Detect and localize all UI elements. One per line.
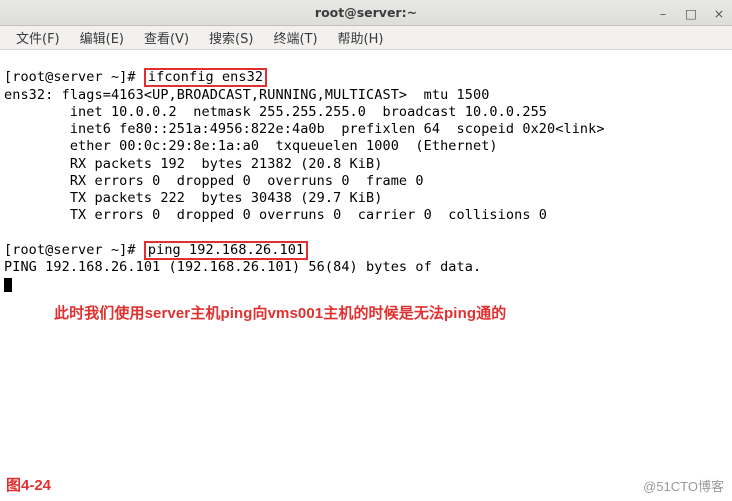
prompt-line-1: [root@server ~]# ifconfig ens32 bbox=[4, 69, 267, 85]
output-line: inet 10.0.0.2 netmask 255.255.255.0 broa… bbox=[4, 104, 547, 120]
output-line: TX packets 222 bytes 30438 (29.7 KiB) bbox=[4, 190, 382, 206]
output-line: RX errors 0 dropped 0 overruns 0 frame 0 bbox=[4, 173, 424, 189]
watermark: @51CTO博客 bbox=[643, 476, 724, 495]
output-line: TX errors 0 dropped 0 overruns 0 carrier… bbox=[4, 207, 547, 223]
figure-label: 图4-24 bbox=[6, 474, 51, 495]
minimize-button[interactable]: – bbox=[654, 4, 672, 22]
titlebar: root@server:~ – □ × bbox=[0, 0, 732, 26]
terminal-area[interactable]: [root@server ~]# ifconfig ens32 ens32: f… bbox=[0, 50, 732, 342]
output-line: inet6 fe80::251a:4956:822e:4a0b prefixle… bbox=[4, 121, 605, 137]
prompt-text: [root@server ~]# bbox=[4, 69, 144, 85]
menu-view[interactable]: 查看(V) bbox=[134, 26, 199, 49]
window-controls: – □ × bbox=[654, 0, 728, 26]
output-line: ether 00:0c:29:8e:1a:a0 txqueuelen 1000 … bbox=[4, 138, 498, 154]
highlight-cmd-ping: ping 192.168.26.101 bbox=[144, 241, 308, 260]
output-line: RX packets 192 bytes 21382 (20.8 KiB) bbox=[4, 156, 382, 172]
cursor-icon bbox=[4, 278, 12, 292]
output-line: ens32: flags=4163<UP,BROADCAST,RUNNING,M… bbox=[4, 87, 489, 103]
highlight-cmd-ifconfig: ifconfig ens32 bbox=[144, 68, 267, 87]
menu-edit[interactable]: 编辑(E) bbox=[70, 26, 134, 49]
annotation-note: 此时我们使用server主机ping向vms001主机的时候是无法ping通的 bbox=[4, 304, 728, 323]
window-title: root@server:~ bbox=[315, 5, 417, 20]
output-line: PING 192.168.26.101 (192.168.26.101) 56(… bbox=[4, 259, 481, 275]
menubar: 文件(F) 编辑(E) 查看(V) 搜索(S) 终端(T) 帮助(H) bbox=[0, 26, 732, 50]
close-button[interactable]: × bbox=[710, 4, 728, 22]
menu-help[interactable]: 帮助(H) bbox=[328, 26, 394, 49]
prompt-text: [root@server ~]# bbox=[4, 242, 144, 258]
menu-search[interactable]: 搜索(S) bbox=[199, 26, 263, 49]
prompt-line-2: [root@server ~]# ping 192.168.26.101 bbox=[4, 242, 308, 258]
menu-file[interactable]: 文件(F) bbox=[6, 26, 70, 49]
maximize-button[interactable]: □ bbox=[682, 4, 700, 22]
menu-terminal[interactable]: 终端(T) bbox=[263, 26, 327, 49]
cursor-line bbox=[4, 276, 12, 292]
